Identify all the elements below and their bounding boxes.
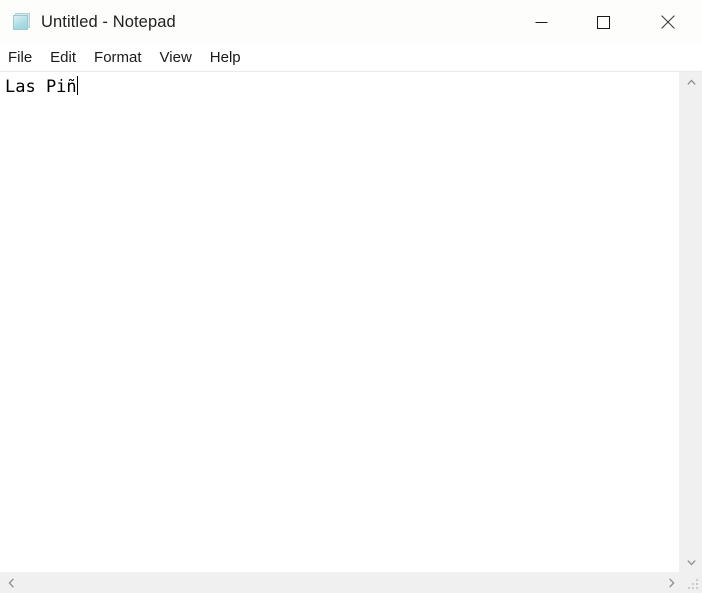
- chevron-up-icon: [686, 78, 696, 85]
- notepad-window: Untitled - Notepad File Edit Format View…: [0, 0, 702, 593]
- menu-item-view[interactable]: View: [160, 44, 201, 71]
- notepad-icon-front-sheet: [13, 15, 28, 30]
- menu-bar: File Edit Format View Help: [0, 44, 702, 71]
- chevron-down-icon: [686, 559, 696, 566]
- vertical-scrollbar[interactable]: [679, 72, 702, 572]
- window-controls: [510, 0, 702, 44]
- editor-row: Las Piñ: [0, 72, 702, 572]
- menu-item-format[interactable]: Format: [94, 44, 151, 71]
- menu-item-help[interactable]: Help: [210, 44, 250, 71]
- vertical-scrollbar-track[interactable]: [680, 92, 702, 552]
- window-title: Untitled - Notepad: [41, 12, 176, 31]
- menu-item-file[interactable]: File: [8, 44, 41, 71]
- text-caret: [76, 76, 78, 95]
- scroll-right-button[interactable]: [660, 572, 682, 593]
- maximize-button[interactable]: [572, 0, 634, 44]
- chevron-left-icon: [8, 577, 14, 588]
- minimize-icon: [535, 21, 547, 23]
- title-bar[interactable]: Untitled - Notepad: [0, 0, 702, 44]
- minimize-button[interactable]: [510, 0, 572, 44]
- horizontal-scrollbar-track[interactable]: [22, 572, 660, 593]
- scroll-down-button[interactable]: [680, 552, 702, 572]
- text-editor-area[interactable]: Las Piñ: [0, 72, 679, 572]
- maximize-icon: [596, 15, 610, 29]
- document-text-value: Las Piñ: [5, 77, 77, 97]
- scroll-up-button[interactable]: [680, 72, 702, 92]
- notepad-icon: [13, 13, 31, 31]
- resize-grip-icon[interactable]: [682, 572, 702, 593]
- chevron-right-icon: [668, 577, 674, 588]
- horizontal-scrollbar[interactable]: [0, 572, 702, 593]
- document-text[interactable]: Las Piñ: [0, 72, 78, 98]
- menu-item-edit[interactable]: Edit: [50, 44, 85, 71]
- scroll-left-button[interactable]: [0, 572, 22, 593]
- close-icon: [661, 15, 675, 29]
- close-button[interactable]: [634, 0, 702, 44]
